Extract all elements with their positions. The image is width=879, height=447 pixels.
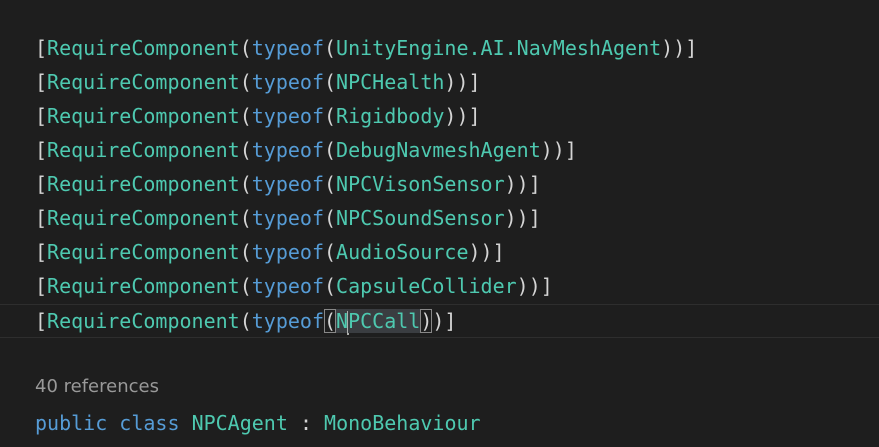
class-name: NPCAgent <box>191 411 288 435</box>
attribute-name: RequireComponent <box>47 36 240 60</box>
open-paren: ( <box>324 172 337 196</box>
keyword-typeof: typeof <box>251 104 324 128</box>
close-tokens: ))] <box>661 36 698 60</box>
open-bracket: [ <box>35 104 48 128</box>
open-bracket: [ <box>35 36 48 60</box>
type-name: UnityEngine.AI.NavMeshAgent <box>336 36 662 60</box>
open-bracket: [ <box>35 206 48 230</box>
open-paren: ( <box>239 138 252 162</box>
attribute-name: RequireComponent <box>47 104 240 128</box>
close-tokens: ))] <box>504 206 541 230</box>
attribute-name: RequireComponent <box>47 274 240 298</box>
open-bracket: [ <box>35 70 48 94</box>
code-line-9-current[interactable]: [RequireComponent(typeof(NPCCall))] <box>35 304 456 338</box>
keyword-typeof: typeof <box>251 70 324 94</box>
open-paren: ( <box>239 172 252 196</box>
keyword-typeof: typeof <box>251 138 324 162</box>
code-line-8[interactable]: [RequireComponent(typeof(CapsuleCollider… <box>35 269 553 303</box>
open-paren: ( <box>324 138 337 162</box>
type-name: NPCHealth <box>336 70 445 94</box>
type-name: CapsuleCollider <box>336 274 517 298</box>
open-bracket: [ <box>35 240 48 264</box>
close-tokens: ))] <box>444 104 481 128</box>
open-bracket: [ <box>35 309 48 333</box>
close-tokens: ))] <box>468 240 505 264</box>
open-bracket: [ <box>35 172 48 196</box>
open-paren: ( <box>324 70 337 94</box>
attribute-name: RequireComponent <box>47 172 240 196</box>
close-tokens: ))] <box>516 274 553 298</box>
inheritance-colon: : <box>299 411 312 435</box>
close-tokens: ))] <box>444 70 481 94</box>
keyword-typeof: typeof <box>251 309 324 333</box>
keyword-public: public <box>35 411 108 435</box>
attribute-name: RequireComponent <box>47 309 240 333</box>
code-line-7[interactable]: [RequireComponent(typeof(AudioSource))] <box>35 235 505 269</box>
base-class-name: MonoBehaviour <box>324 411 481 435</box>
keyword-class: class <box>119 411 180 435</box>
close-tokens: ))] <box>504 172 541 196</box>
class-declaration[interactable]: public class NPCAgent : MonoBehaviour <box>35 406 481 440</box>
type-name: NPCVisonSensor <box>336 172 505 196</box>
open-paren: ( <box>239 206 252 230</box>
keyword-typeof: typeof <box>251 206 324 230</box>
open-paren: ( <box>324 36 337 60</box>
open-paren: ( <box>239 104 252 128</box>
open-bracket: [ <box>35 138 48 162</box>
open-paren: ( <box>239 309 252 333</box>
attribute-name: RequireComponent <box>47 240 240 264</box>
code-line-4[interactable]: [RequireComponent(typeof(DebugNavmeshAge… <box>35 133 577 167</box>
open-paren: ( <box>324 206 337 230</box>
keyword-typeof: typeof <box>251 172 324 196</box>
open-paren: ( <box>324 240 337 264</box>
open-paren: ( <box>239 70 252 94</box>
close-tokens: ))] <box>540 138 577 162</box>
code-line-2[interactable]: [RequireComponent(typeof(NPCHealth))] <box>35 65 481 99</box>
matching-open-paren: ( <box>324 309 337 333</box>
code-line-3[interactable]: [RequireComponent(typeof(Rigidbody))] <box>35 99 481 133</box>
code-line-5[interactable]: [RequireComponent(typeof(NPCVisonSensor)… <box>35 167 541 201</box>
keyword-typeof: typeof <box>251 36 324 60</box>
type-name: DebugNavmeshAgent <box>336 138 541 162</box>
code-line-1[interactable]: [RequireComponent(typeof(UnityEngine.AI.… <box>35 31 697 65</box>
open-paren: ( <box>239 36 252 60</box>
open-paren: ( <box>324 274 337 298</box>
type-name: AudioSource <box>336 240 469 264</box>
open-bracket: [ <box>35 274 48 298</box>
open-paren: ( <box>239 274 252 298</box>
close-tokens: )] <box>432 309 457 333</box>
type-name-after-cursor: PCCall <box>348 309 421 333</box>
keyword-typeof: typeof <box>251 240 324 264</box>
type-name: Rigidbody <box>336 104 445 128</box>
matching-close-paren: ) <box>420 309 433 333</box>
attribute-name: RequireComponent <box>47 138 240 162</box>
code-editor[interactable]: [RequireComponent(typeof(UnityEngine.AI.… <box>0 0 879 447</box>
open-paren: ( <box>324 104 337 128</box>
attribute-name: RequireComponent <box>47 70 240 94</box>
open-paren: ( <box>239 240 252 264</box>
keyword-typeof: typeof <box>251 274 324 298</box>
attribute-name: RequireComponent <box>47 206 240 230</box>
type-name: NPCSoundSensor <box>336 206 505 230</box>
codelens-references[interactable]: 40 references <box>35 376 159 397</box>
code-line-6[interactable]: [RequireComponent(typeof(NPCSoundSensor)… <box>35 201 541 235</box>
